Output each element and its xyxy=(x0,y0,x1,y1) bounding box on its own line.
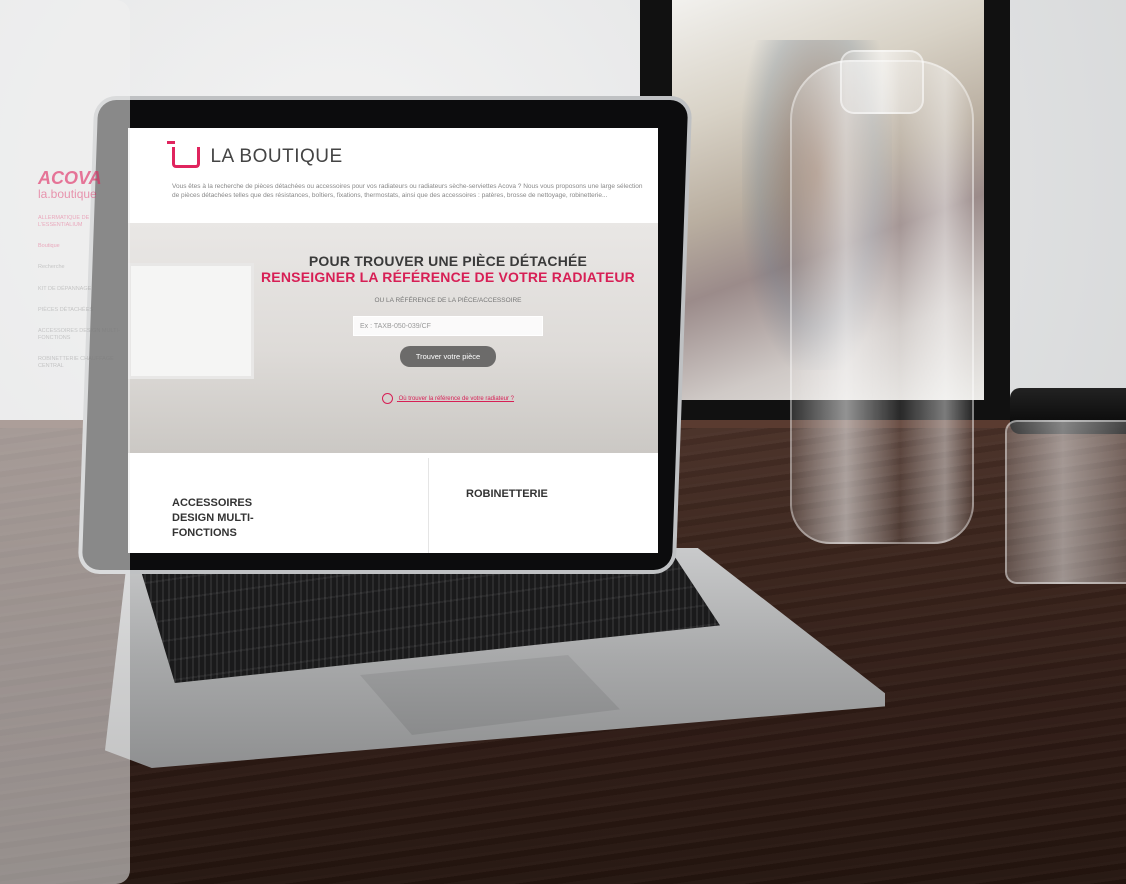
category-accessories[interactable]: ACCESSOIRES DESIGN MULTI-FONCTIONS xyxy=(172,496,292,541)
category-robinetterie[interactable]: ROBINETTERIE xyxy=(466,488,548,500)
intro-line-2: de pièces détachées telles que des résis… xyxy=(172,192,608,200)
question-icon xyxy=(381,393,393,404)
hero-shelf-image xyxy=(128,263,254,379)
hero-banner: POUR TROUVER UNE PIÈCE DÉTACHÉE RENSEIGN… xyxy=(128,223,658,453)
acova-logo[interactable]: ACOVA xyxy=(38,168,120,189)
laptop-screen: LA BOUTIQUE Vous êtes à la recherche de … xyxy=(128,128,658,553)
cart-icon xyxy=(167,140,200,168)
sidebar-item-pieces[interactable]: PIÈCES DÉTACHÉES xyxy=(38,307,120,314)
hero-subheading: RENSEIGNER LA RÉFÉRENCE DE VOTRE RADIATE… xyxy=(261,269,635,285)
intro-line-1: Vous êtes à la recherche de pièces détac… xyxy=(172,183,643,190)
glass-bottle xyxy=(790,60,974,544)
sidebar-item-tagline: ALLERMATIQUE DE L'ESSENTIALIUM xyxy=(38,215,90,229)
hero-heading: POUR TROUVER UNE PIÈCE DÉTACHÉE xyxy=(308,253,588,269)
sidebar-item-search[interactable]: Recherche xyxy=(38,264,120,271)
sidebar-item-kit[interactable]: KIT DE DÉPANNAGE xyxy=(38,286,120,293)
site-header: LA BOUTIQUE xyxy=(128,128,658,168)
glass-bottle-neck xyxy=(840,50,924,114)
page-title: LA BOUTIQUE xyxy=(210,146,343,167)
reference-help-link[interactable]: Où trouver la référence de votre radiate… xyxy=(258,393,638,404)
boutique-logo: la.boutique xyxy=(38,187,97,201)
hero-subline: OU LA RÉFÉRENCE DE LA PIÈCE/ACCESSOIRE xyxy=(374,297,522,304)
hero-content: POUR TROUVER UNE PIÈCE DÉTACHÉE RENSEIGN… xyxy=(258,253,638,404)
reference-search-input[interactable]: Ex : TAXB-050-039/CF xyxy=(353,316,543,336)
sidebar-overlay xyxy=(0,0,130,884)
reference-help-label: Où trouver la référence de votre radiate… xyxy=(398,396,515,403)
sidebar-item-robinetterie[interactable]: ROBINETTERIE CHAUFFAGE CENTRAL xyxy=(38,356,120,370)
find-part-button[interactable]: Trouver votre pièce xyxy=(399,346,497,367)
intro-text: Vous êtes à la recherche de pièces détac… xyxy=(172,182,650,200)
sidebar-item-boutique[interactable]: Boutique xyxy=(38,243,120,250)
sidebar-item-accessories[interactable]: ACCESSOIRES DESIGN MULTI-FONCTIONS xyxy=(38,328,120,342)
category-divider xyxy=(428,458,429,553)
glass-jar xyxy=(1005,420,1126,584)
site-sidebar: ACOVA la.boutique ALLERMATIQUE DE L'ESSE… xyxy=(38,168,120,370)
